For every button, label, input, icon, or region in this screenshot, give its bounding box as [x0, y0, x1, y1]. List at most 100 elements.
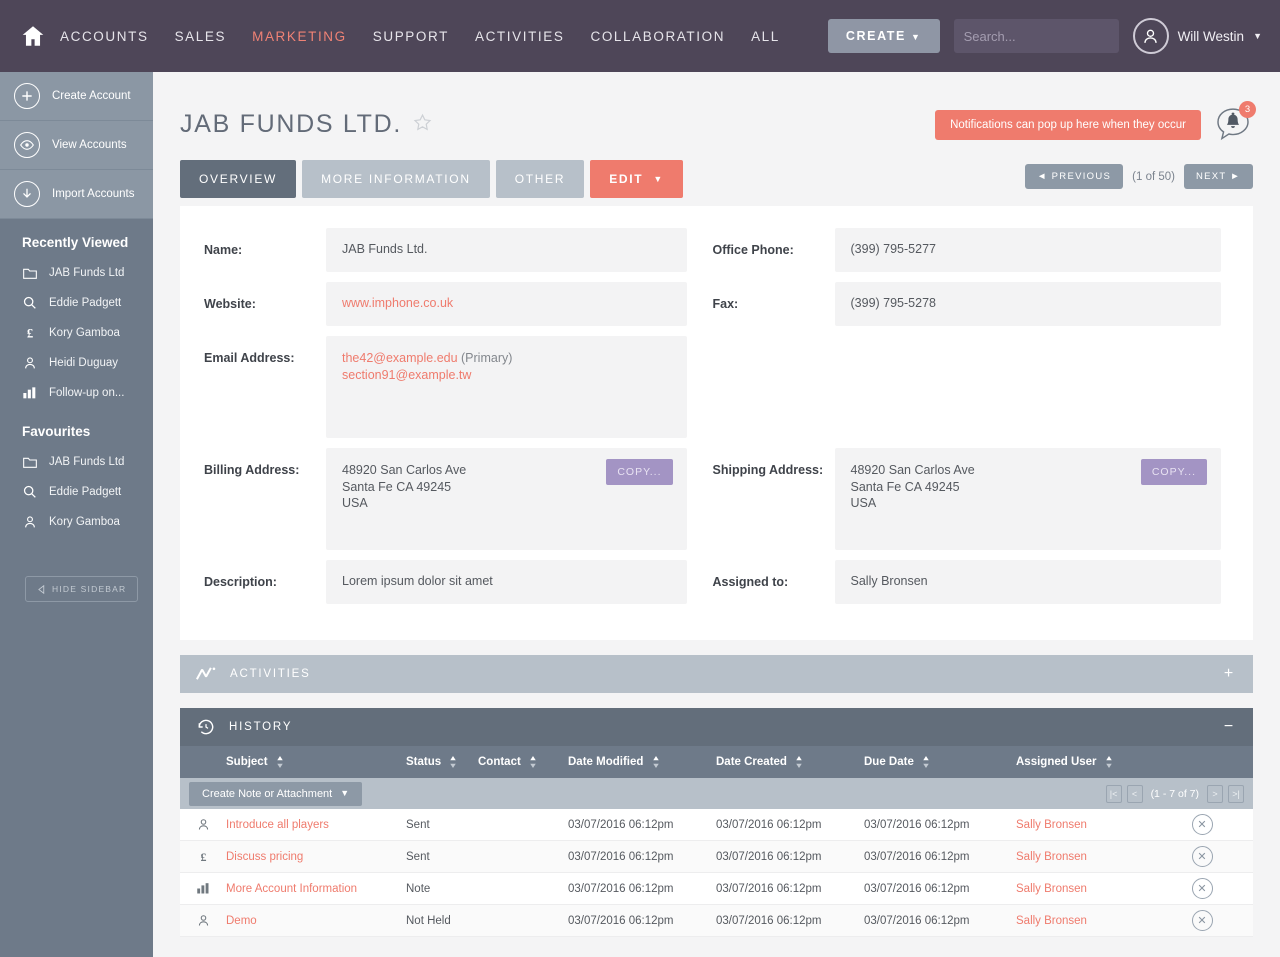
sort-arrows-icon[interactable]	[529, 755, 537, 768]
sort-arrows-icon[interactable]	[276, 755, 284, 768]
panel-collapse-toggle[interactable]: −	[1224, 719, 1235, 735]
table-row[interactable]: Demo Not Held 03/07/2016 06:12pm 03/07/2…	[180, 905, 1253, 937]
field-label: Name:	[204, 243, 243, 257]
row-due-date: 03/07/2016 06:12pm	[864, 818, 970, 831]
column-header-assigned-user[interactable]: Assigned User	[1016, 755, 1151, 768]
nav-item-support[interactable]: SUPPORT	[373, 29, 449, 44]
next-page-button[interactable]: >	[1207, 784, 1223, 803]
address-line: USA	[342, 496, 368, 510]
home-icon[interactable]	[20, 23, 46, 49]
remove-row-button[interactable]: ✕	[1191, 814, 1213, 835]
nav-item-all[interactable]: ALL	[751, 29, 780, 44]
tab-more-information[interactable]: MORE INFORMATION	[302, 160, 490, 198]
last-page-button[interactable]: >|	[1228, 784, 1244, 803]
notification-bell-button[interactable]: 3	[1213, 100, 1256, 145]
nav-item-marketing[interactable]: MARKETING	[252, 29, 347, 44]
header-tools: CREATE ▼ Will Westin ▼	[827, 18, 1262, 54]
sidebar-action-create-account[interactable]: Create Account	[0, 72, 153, 121]
sort-arrows-icon[interactable]	[922, 755, 930, 768]
row-status: Sent	[406, 818, 430, 831]
row-subject-link[interactable]: Discuss pricing	[226, 851, 303, 863]
copy-shipping-address-button[interactable]: COPY...	[1140, 459, 1207, 485]
column-header-date-created[interactable]: Date Created	[716, 755, 864, 768]
field-value: (399) 795-5278	[834, 282, 1221, 326]
record-pagination: ◄ PREVIOUS (1 of 50) NEXT ►	[1025, 160, 1253, 189]
row-assigned-user-link[interactable]: Sally Bronsen	[1016, 819, 1087, 831]
top-navigation-bar: ACCOUNTS SALES MARKETING SUPPORT ACTIVIT…	[0, 0, 1280, 72]
column-header-contact[interactable]: Contact	[478, 755, 568, 768]
table-row[interactable]: Introduce all players Sent 03/07/2016 06…	[180, 809, 1253, 841]
previous-record-button[interactable]: ◄ PREVIOUS	[1025, 164, 1124, 189]
email-row-primary: the42@example.edu (Primary)	[342, 350, 671, 367]
user-menu[interactable]: Will Westin ▼	[1132, 18, 1262, 54]
sidebar-item-kory-gamboa-fav[interactable]: Kory Gamboa	[0, 507, 153, 537]
sort-arrows-icon[interactable]	[1105, 755, 1113, 768]
table-row[interactable]: £ Discuss pricing Sent 03/07/2016 06:12p…	[180, 841, 1253, 873]
field-value: JAB Funds Ltd.	[326, 228, 687, 272]
detail-column-right: Office Phone: (399) 795-5277 Fax: (399) …	[713, 228, 1221, 614]
row-subject-link[interactable]: More Account Information	[226, 883, 357, 895]
remove-row-button[interactable]: ✕	[1191, 878, 1213, 899]
svg-text:£: £	[200, 850, 206, 864]
row-subject-link[interactable]: Introduce all players	[226, 819, 329, 831]
panel-expand-toggle[interactable]: +	[1224, 666, 1235, 682]
table-row[interactable]: More Account Information Note 03/07/2016…	[180, 873, 1253, 905]
panel-activities-header[interactable]: ACTIVITIES +	[180, 655, 1253, 693]
star-outline-icon[interactable]	[413, 113, 432, 137]
sidebar-action-import-accounts[interactable]: Import Accounts	[0, 170, 153, 219]
copy-billing-address-button[interactable]: COPY...	[606, 459, 673, 485]
sidebar-item-jab-funds-fav[interactable]: JAB Funds Ltd	[0, 447, 153, 477]
hide-sidebar-button[interactable]: HIDE SIDEBAR	[25, 576, 139, 602]
folder-icon	[22, 265, 38, 281]
nav-item-accounts[interactable]: ACCOUNTS	[60, 29, 149, 44]
row-assigned-user-link[interactable]: Sally Bronsen	[1016, 915, 1087, 927]
panel-history-header[interactable]: HISTORY −	[180, 708, 1253, 746]
field-billing-address: Billing Address: 48920 San Carlos Ave Sa…	[204, 448, 687, 550]
edit-button[interactable]: EDIT ▼	[590, 160, 683, 198]
sidebar-action-view-accounts[interactable]: View Accounts	[0, 121, 153, 170]
website-link[interactable]: www.imphone.co.uk	[342, 296, 453, 310]
sort-arrows-icon[interactable]	[449, 755, 457, 768]
column-header-due-date[interactable]: Due Date	[864, 755, 1016, 768]
sidebar-item-kory-gamboa-recent[interactable]: £ Kory Gamboa	[0, 318, 153, 348]
first-page-button[interactable]: |<	[1105, 784, 1122, 803]
activity-line-icon	[196, 667, 216, 680]
column-header-date-modified[interactable]: Date Modified	[568, 755, 716, 768]
search-box[interactable]	[953, 19, 1140, 53]
field-shipping-address: Shipping Address: 48920 San Carlos Ave S…	[713, 448, 1221, 550]
sidebar-item-eddie-padgett-fav[interactable]: Eddie Padgett	[0, 477, 153, 507]
panel-title: ACTIVITIES	[230, 668, 311, 680]
next-record-button[interactable]: NEXT ►	[1183, 164, 1253, 189]
sidebar-item-heidi-duguay-recent[interactable]: Heidi Duguay	[0, 348, 153, 378]
create-button[interactable]: CREATE ▼	[827, 19, 940, 53]
previous-page-button[interactable]: <	[1126, 784, 1143, 803]
tab-overview[interactable]: OVERVIEW	[180, 160, 297, 198]
remove-row-button[interactable]: ✕	[1191, 846, 1213, 867]
column-header-subject[interactable]: Subject	[226, 755, 406, 768]
column-header-status[interactable]: Status	[406, 755, 478, 768]
tab-other[interactable]: OTHER	[495, 160, 585, 198]
email-link-secondary[interactable]: section91@example.tw	[342, 368, 471, 382]
row-subject-link[interactable]: Demo	[226, 915, 257, 927]
row-status: Note	[406, 882, 431, 895]
address-line: USA	[850, 496, 877, 510]
sidebar-item-jab-funds-recent[interactable]: JAB Funds Ltd	[0, 258, 153, 288]
page-title: JAB FUNDS LTD.	[180, 110, 402, 138]
search-input[interactable]	[963, 28, 1140, 44]
sidebar-item-eddie-padgett-recent[interactable]: Eddie Padgett	[0, 288, 153, 318]
notification-toast: Notifications can pop up here when they …	[935, 109, 1201, 140]
create-note-or-attachment-button[interactable]: Create Note or Attachment ▼	[189, 781, 363, 806]
nav-item-collaboration[interactable]: COLLABORATION	[590, 29, 725, 44]
field-email-address: Email Address: the42@example.edu (Primar…	[204, 336, 687, 438]
row-assigned-user-link[interactable]: Sally Bronsen	[1016, 883, 1087, 895]
row-assigned-user-link[interactable]: Sally Bronsen	[1016, 851, 1087, 863]
download-circle-icon	[14, 181, 40, 207]
nav-item-sales[interactable]: SALES	[175, 29, 227, 44]
sidebar-item-followup-recent[interactable]: Follow-up on...	[0, 378, 153, 408]
nav-item-activities[interactable]: ACTIVITIES	[475, 29, 565, 44]
remove-row-button[interactable]: ✕	[1191, 910, 1213, 931]
sort-arrows-icon[interactable]	[652, 755, 660, 768]
email-link-primary[interactable]: the42@example.edu	[342, 351, 458, 365]
sort-arrows-icon[interactable]	[795, 755, 803, 768]
row-due-date: 03/07/2016 06:12pm	[864, 850, 970, 863]
